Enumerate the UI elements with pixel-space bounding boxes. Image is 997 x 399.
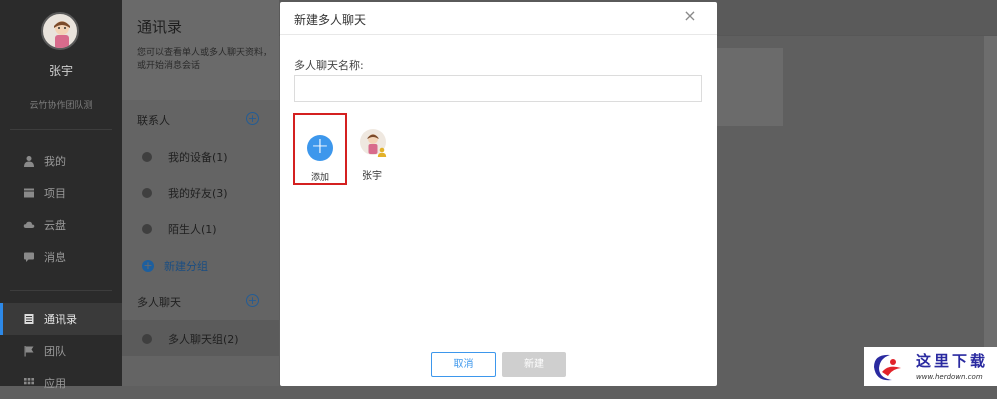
- contacts-panel: 通讯录 您可以查看单人或多人聊天资料，或开始消息会话 联系人 + 我的设备(1)…: [122, 0, 279, 386]
- group-chat-label: 多人聊天组(2): [168, 333, 239, 346]
- contacts-title: 通讯录: [137, 18, 183, 36]
- cancel-button[interactable]: 取消: [431, 352, 496, 377]
- add-member-button[interactable]: +: [307, 135, 333, 161]
- contact-group-label: 我的设备(1): [168, 151, 228, 164]
- flag-icon: [24, 346, 34, 357]
- apps-icon: [24, 378, 34, 385]
- nav-item-contacts[interactable]: 通讯录: [0, 303, 122, 335]
- section-group-chat-heading: 多人聊天: [137, 296, 181, 309]
- contacts-icon: [24, 314, 34, 324]
- new-group-chat-dialog: 新建多人聊天 × 多人聊天名称: + 添加 张宇 取消 新建: [280, 2, 717, 386]
- user-name: 张宇: [48, 64, 73, 78]
- add-member-highlight[interactable]: + 添加: [293, 113, 347, 185]
- contact-group-devices[interactable]: 我的设备(1): [142, 149, 228, 165]
- dialog-header: 新建多人聊天 ×: [280, 2, 717, 35]
- friends-icon: [142, 188, 152, 198]
- team-name[interactable]: 云竹协作团队测: [0, 98, 122, 111]
- stranger-icon: [142, 224, 152, 234]
- watermark-logo-icon: [874, 354, 901, 381]
- nav-item-label: 团队: [44, 345, 66, 358]
- dialog-title: 新建多人聊天: [294, 13, 367, 27]
- group-name-label: 多人聊天名称:: [294, 59, 364, 72]
- owner-badge-icon: [377, 147, 387, 157]
- right-scroll-strip: [984, 36, 997, 386]
- member-name: 张宇: [362, 171, 382, 182]
- sidebar-divider: [10, 129, 112, 130]
- add-member-label: 添加: [310, 173, 329, 183]
- add-circle-icon: +: [142, 259, 154, 272]
- add-contact-icon[interactable]: +: [246, 112, 259, 125]
- project-icon: [24, 188, 34, 198]
- nav-item-projects[interactable]: 项目: [0, 177, 122, 209]
- nav-item-cloud[interactable]: 云盘: [0, 209, 122, 241]
- nav-item-label: 通讯录: [44, 313, 77, 326]
- close-icon[interactable]: ×: [682, 8, 698, 24]
- site-watermark: 这里下载 www.herdown.com: [864, 347, 997, 386]
- group-chat-item[interactable]: 多人聊天组(2): [142, 331, 239, 347]
- sidebar-divider: [10, 290, 112, 291]
- nav-item-label: 项目: [44, 187, 66, 200]
- message-icon: [24, 252, 34, 262]
- user-avatar[interactable]: [41, 12, 79, 50]
- nav-item-label: 云盘: [44, 219, 66, 232]
- nav-item-team[interactable]: 团队: [0, 335, 122, 367]
- cloud-icon: [23, 221, 35, 228]
- contact-group-label: 陌生人(1): [168, 223, 217, 236]
- watermark-title: 这里下载: [916, 352, 989, 370]
- contacts-description: 您可以查看单人或多人聊天资料，或开始消息会话: [137, 48, 273, 71]
- nav-item-label: 我的: [44, 155, 66, 168]
- main-info-panel: [716, 48, 783, 126]
- section-contacts-heading: 联系人: [137, 114, 170, 127]
- nav-item-messages[interactable]: 消息: [0, 241, 122, 273]
- app-sidebar: 张宇 云竹协作团队测 我的 项目 云盘 消息 通讯录 团队 应用: [0, 0, 122, 390]
- new-group-button[interactable]: + 新建分组: [142, 258, 208, 274]
- group-icon: [142, 334, 152, 344]
- contact-group-friends[interactable]: 我的好友(3): [142, 185, 228, 201]
- add-group-chat-icon[interactable]: +: [246, 294, 259, 307]
- nav-item-apps[interactable]: 应用: [0, 367, 122, 399]
- new-group-label: 新建分组: [164, 260, 208, 273]
- nav-item-label: 应用: [44, 377, 66, 390]
- person-icon: [24, 156, 34, 167]
- group-name-input[interactable]: [294, 75, 702, 102]
- contact-group-strangers[interactable]: 陌生人(1): [142, 221, 217, 237]
- contact-group-label: 我的好友(3): [168, 187, 228, 200]
- watermark-url: www.herdown.com: [916, 373, 983, 381]
- nav-item-label: 消息: [44, 251, 66, 264]
- device-icon: [142, 152, 152, 162]
- nav-item-mine[interactable]: 我的: [0, 145, 122, 177]
- create-button[interactable]: 新建: [502, 352, 566, 377]
